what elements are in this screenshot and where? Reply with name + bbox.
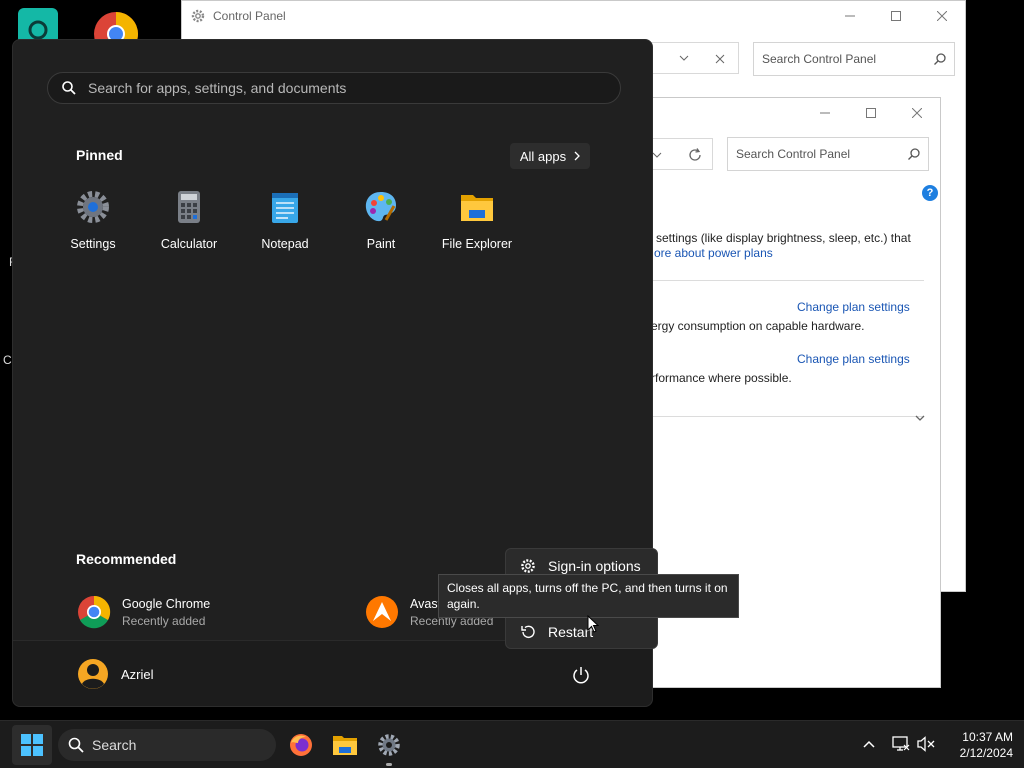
chrome-icon: [78, 595, 111, 629]
plan-description-1: ergy consumption on capable hardware.: [651, 319, 865, 333]
search-control-panel-input[interactable]: Search Control Panel: [727, 137, 929, 171]
clock-time: 10:37 AM: [962, 730, 1013, 744]
search-control-panel-input[interactable]: Search Control Panel: [753, 42, 955, 76]
close-button[interactable]: [894, 98, 940, 128]
mouse-cursor-icon: [587, 615, 599, 633]
close-icon: [937, 11, 947, 21]
network-icon: [892, 736, 910, 751]
divider: [653, 416, 924, 417]
recommended-heading: Recommended: [76, 551, 177, 567]
power-plans-link[interactable]: ore about power plans: [654, 246, 773, 260]
taskbar: Search 10:37 AM 2/12/2024: [0, 720, 1024, 768]
expand-chevron-icon[interactable]: [915, 414, 925, 422]
avatar: [78, 659, 108, 689]
folder-icon: [333, 736, 357, 755]
pinned-heading: Pinned: [76, 147, 123, 163]
show-hidden-icons-button[interactable]: [858, 733, 880, 755]
maximize-icon: [891, 11, 901, 21]
notepad-icon: [272, 193, 298, 223]
control-panel-icon: [191, 9, 205, 23]
change-plan-settings-link-2[interactable]: Change plan settings: [797, 352, 910, 366]
chevron-right-icon: [574, 151, 581, 161]
minimize-button[interactable]: [802, 98, 848, 128]
pinned-file-explorer[interactable]: File Explorer: [429, 190, 525, 251]
taskbar-firefox[interactable]: [285, 729, 317, 761]
firefox-icon: [290, 734, 312, 756]
settings-icon: [77, 191, 109, 223]
clear-icon[interactable]: [715, 54, 725, 64]
power-plan-description: settings (like display brightness, sleep…: [656, 231, 911, 245]
minimize-icon: [845, 15, 855, 17]
recommended-item[interactable]: Google Chrome Recently added: [77, 595, 210, 629]
restart-tooltip: Closes all apps, turns off the PC, and t…: [438, 574, 739, 618]
maximize-button[interactable]: [848, 98, 894, 128]
volume-muted-icon: [917, 736, 935, 752]
folder-icon: [461, 195, 493, 221]
pinned-settings[interactable]: Settings: [45, 190, 141, 251]
user-account-button[interactable]: Azriel: [77, 658, 154, 690]
clock-date: 2/12/2024: [959, 746, 1013, 760]
windows-logo-icon: [21, 734, 43, 756]
start-search-input[interactable]: Search for apps, settings, and documents: [47, 72, 621, 104]
paint-icon: [365, 192, 396, 222]
all-apps-button[interactable]: All apps: [510, 143, 590, 169]
taskbar-file-explorer[interactable]: [329, 729, 361, 761]
window-title: Control Panel: [213, 9, 286, 23]
power-icon[interactable]: [571, 665, 591, 685]
network-status[interactable]: [890, 733, 912, 755]
start-button[interactable]: [12, 725, 52, 765]
restart-item[interactable]: Restart: [506, 617, 657, 647]
close-icon: [912, 108, 922, 118]
pinned-notepad[interactable]: Notepad: [237, 190, 333, 251]
gear-icon: [521, 559, 535, 573]
minimize-icon: [820, 112, 830, 114]
search-icon: [68, 737, 84, 753]
search-icon: [62, 81, 76, 95]
close-button[interactable]: [919, 1, 965, 31]
search-icon: [908, 148, 920, 160]
change-plan-settings-link-1[interactable]: Change plan settings: [797, 300, 910, 314]
maximize-icon: [866, 108, 876, 118]
help-icon[interactable]: ?: [922, 185, 938, 201]
start-footer: Azriel: [13, 640, 652, 706]
search-icon: [934, 53, 946, 65]
running-indicator: [386, 763, 392, 766]
settings-icon: [378, 734, 400, 756]
plan-description-2: rformance where possible.: [651, 371, 792, 385]
volume-status[interactable]: [915, 733, 937, 755]
calculator-icon: [178, 191, 200, 223]
taskbar-search-box[interactable]: Search: [58, 729, 276, 761]
taskbar-settings[interactable]: [373, 729, 405, 766]
refresh-icon[interactable]: [688, 148, 702, 162]
pinned-calculator[interactable]: Calculator: [141, 190, 237, 251]
maximize-button[interactable]: [873, 1, 919, 31]
system-clock[interactable]: 10:37 AM 2/12/2024: [945, 729, 1013, 761]
search-placeholder: Search for apps, settings, and documents: [88, 80, 347, 96]
restart-icon: [521, 625, 535, 638]
chevron-up-icon: [863, 740, 875, 748]
pinned-paint[interactable]: Paint: [333, 190, 429, 251]
minimize-button[interactable]: [827, 1, 873, 31]
chevron-down-icon[interactable]: [679, 54, 689, 62]
avast-icon: [366, 596, 398, 628]
divider: [653, 280, 924, 281]
chevron-down-icon[interactable]: [652, 151, 662, 159]
